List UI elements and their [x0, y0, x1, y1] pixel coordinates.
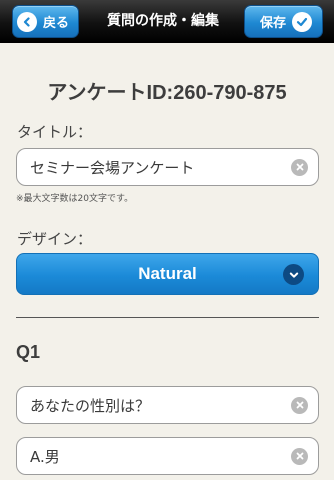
chevron-left-icon [17, 11, 37, 32]
divider [16, 317, 319, 318]
title-label: タイトル： [17, 123, 93, 141]
clear-icon[interactable] [291, 396, 308, 414]
title-hint: ※最大文字数は20文字です。 [16, 194, 134, 204]
save-button-label: 保存 [260, 16, 287, 31]
back-button[interactable]: 戻る [12, 5, 79, 38]
answer-value: A.男 [30, 447, 60, 466]
page-title: 質問の作成・編集 [107, 13, 219, 29]
checkmark-icon [292, 11, 313, 32]
question-text-input[interactable]: あなたの性別は？ [16, 386, 319, 424]
design-select[interactable]: Natural [16, 253, 319, 295]
back-button-label: 戻る [43, 16, 70, 31]
survey-id: アンケートID:260-790-875 [47, 82, 287, 104]
design-label: デザイン： [17, 230, 93, 248]
answer-input[interactable]: A.男 [16, 437, 319, 475]
clear-icon[interactable] [291, 158, 308, 176]
question-text-value: あなたの性別は？ [30, 396, 151, 415]
title-input-value: セミナー会場アンケート [30, 158, 195, 177]
clear-icon[interactable] [291, 447, 308, 465]
question-number: Q1 [16, 342, 41, 362]
nav-bar: 戻る 質問の作成・編集 保存 [0, 0, 334, 43]
title-input[interactable]: セミナー会場アンケート [16, 148, 319, 186]
design-select-value: Natural [138, 264, 197, 283]
save-button[interactable]: 保存 [244, 5, 323, 38]
chevron-down-icon [283, 264, 304, 285]
